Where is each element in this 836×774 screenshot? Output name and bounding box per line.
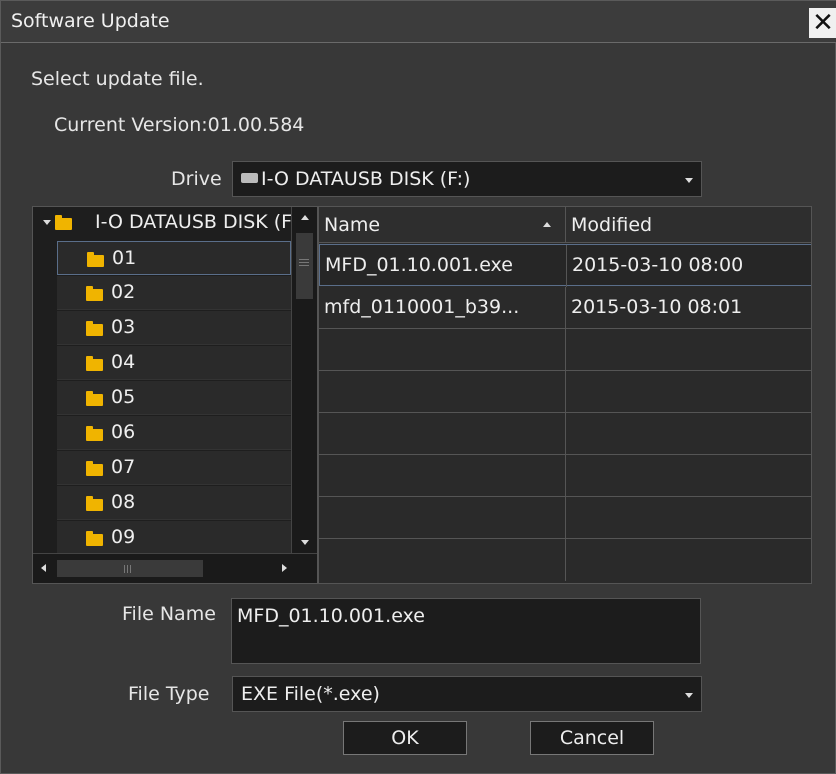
folder-tree[interactable]: I-O DATAUSB DISK (F:) 01 02 03 04 05 06 [32,206,318,584]
column-name-label: Name [324,214,381,236]
scroll-left-icon[interactable] [41,564,46,572]
file-list[interactable]: Name Modified MFD_01.10.001.exe 2015-03-… [318,206,812,584]
close-icon: ✕ [812,8,834,38]
tree-item-label: 08 [111,491,136,513]
drive-select[interactable]: I-O DATAUSB DISK (F:) [232,161,702,197]
scroll-thumb[interactable] [57,560,203,577]
close-button[interactable]: ✕ [809,8,836,38]
expand-arrow-icon[interactable] [43,220,51,225]
grip-icon [124,565,125,573]
folder-icon [86,321,103,336]
current-version: Current Version:01.00.584 [54,114,305,136]
grip-icon [299,259,309,260]
drive-label: Drive [171,168,222,190]
column-header-name[interactable]: Name [319,207,566,243]
file-modified-cell: 2015-03-10 08:01 [571,296,743,318]
tree-item-label: 03 [111,316,136,338]
folder-icon [86,531,103,546]
tree-item-label: 02 [111,281,136,303]
scroll-thumb[interactable] [296,233,313,299]
empty-row [319,329,811,371]
file-modified-cell: 2015-03-10 08:00 [572,254,744,276]
open-folder-icon [87,252,104,267]
empty-row [319,371,811,413]
chevron-down-icon [685,693,693,698]
cancel-button[interactable]: Cancel [530,721,654,755]
file-row[interactable]: mfd_0110001_b39... 2015-03-10 08:01 [319,287,811,329]
tree-item-06[interactable]: 06 [57,416,291,450]
column-header-modified[interactable]: Modified [566,207,811,243]
file-type-value: EXE File(*.exe) [241,683,380,705]
file-list-header: Name Modified [319,207,811,243]
tree-item-label: 07 [111,456,136,478]
empty-row [319,539,811,581]
file-name-field[interactable]: MFD_01.10.001.exe [231,598,701,664]
dialog-title: Software Update [11,10,170,32]
tree-item-08[interactable]: 08 [57,486,291,520]
tree-item-label: 09 [111,526,136,548]
folder-icon [86,391,103,406]
tree-item-01[interactable]: 01 [57,241,291,275]
tree-item-05[interactable]: 05 [57,381,291,415]
chevron-down-icon [685,178,693,183]
title-bar: Software Update ✕ [1,1,836,43]
scroll-down-icon[interactable] [301,540,309,545]
tree-horizontal-scrollbar[interactable] [33,553,317,583]
tree-item-07[interactable]: 07 [57,451,291,485]
tree-item-09[interactable]: 09 [57,521,291,555]
empty-row [319,413,811,455]
file-name-cell: mfd_0110001_b39... [319,287,566,329]
file-row[interactable]: MFD_01.10.001.exe 2015-03-10 08:00 [319,244,811,287]
tree-root-label: I-O DATAUSB DISK (F:) [95,211,291,233]
folder-icon [86,286,103,301]
scroll-right-icon[interactable] [282,564,287,572]
instruction-text: Select update file. [31,68,204,90]
folder-icon [86,461,103,476]
tree-item-04[interactable]: 04 [57,346,291,380]
tree-vertical-scrollbar[interactable] [291,207,317,553]
tree-item-03[interactable]: 03 [57,311,291,345]
tree-item-label: 06 [111,421,136,443]
folder-icon [86,496,103,511]
file-name-value: MFD_01.10.001.exe [237,605,425,627]
empty-row [319,455,811,497]
folder-icon [86,426,103,441]
scroll-up-icon[interactable] [301,215,309,220]
drive-icon [241,172,258,183]
tree-root-drive[interactable]: I-O DATAUSB DISK (F:) [33,207,291,239]
drive-value: I-O DATAUSB DISK (F:) [261,168,471,190]
column-modified-label: Modified [571,214,653,236]
tree-item-02[interactable]: 02 [57,276,291,310]
software-update-dialog: Software Update ✕ Select update file. Cu… [0,0,836,774]
tree-item-label: 05 [111,386,136,408]
open-folder-icon [55,215,72,230]
ok-button[interactable]: OK [343,721,467,755]
tree-item-label: 01 [112,247,137,269]
file-type-select[interactable]: EXE File(*.exe) [232,676,702,712]
file-type-label: File Type [128,683,210,705]
sort-ascending-icon [543,222,551,227]
folder-icon [86,356,103,371]
tree-item-label: 04 [111,351,136,373]
file-name-cell: MFD_01.10.001.exe [320,245,567,287]
empty-row [319,497,811,539]
file-name-label: File Name [122,603,216,625]
